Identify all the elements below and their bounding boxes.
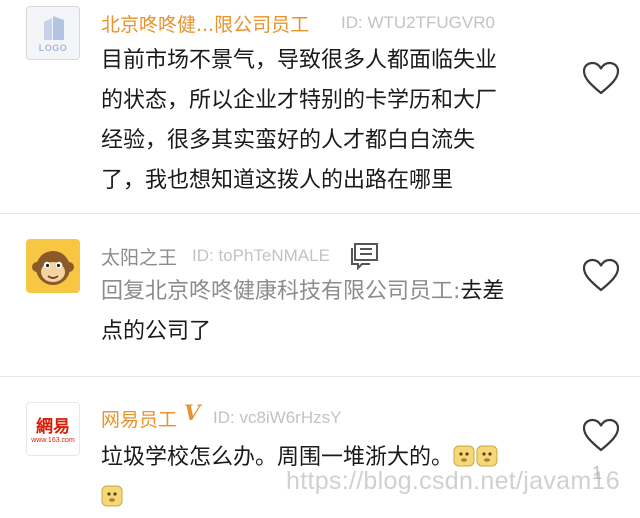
- content-line: 的状态，所以企业才特别的卡学历和大厂: [101, 88, 498, 113]
- reply-target[interactable]: 回复北京咚咚健康科技有限公司员工:: [101, 279, 460, 304]
- doge-emoji-icon: [453, 445, 475, 467]
- like-heart-icon[interactable]: [581, 257, 621, 293]
- comment-item-2: 太阳之王 ID: toPhTeNMALE 回复北京咚咚健康科技有限公司员工:去差…: [0, 214, 640, 376]
- like-heart-icon[interactable]: [581, 60, 621, 96]
- comment-content: 目前市场不景气，导致很多人都面临失业 的状态，所以企业才特别的卡学历和大厂 经验…: [101, 41, 561, 201]
- message-icon[interactable]: [350, 242, 380, 270]
- doge-emoji-icon: [101, 485, 123, 507]
- comment-author-id: ID: WTU2TFUGVR0: [341, 13, 495, 32]
- comment-item-1: LOGO 北京咚咚健...限公司员工 ID: WTU2TFUGVR0 目前市场不…: [0, 0, 640, 213]
- verified-v-badge: V: [184, 400, 201, 425]
- like-heart-icon[interactable]: [581, 417, 621, 453]
- avatar-netease[interactable]: 網易 www.163.com: [26, 402, 80, 456]
- comment-author-id: ID: toPhTeNMALE: [192, 246, 330, 265]
- watermark-text: https://blog.csdn.net/javam16: [286, 467, 620, 495]
- reply-text-tail: 去差: [460, 279, 505, 304]
- doge-emoji-icon: [476, 445, 498, 467]
- avatar-logo-text: LOGO: [38, 43, 68, 53]
- avatar-logo[interactable]: LOGO: [26, 6, 80, 60]
- reply-line: 回复北京咚咚健康科技有限公司员工:去差: [101, 272, 561, 312]
- content-line: 经验，很多其实蛮好的人才都白白流失: [101, 128, 476, 153]
- reply-line: 点的公司了: [101, 319, 212, 344]
- avatar-netease-subtext: www.163.com: [31, 437, 75, 444]
- content-line: 了，我也想知道这拨人的出路在哪里: [101, 168, 454, 193]
- comment-author-name[interactable]: 北京咚咚健...限公司员工: [101, 10, 309, 37]
- reply-content: 回复北京咚咚健康科技有限公司员工:去差 点的公司了: [101, 272, 561, 352]
- content-line: 目前市场不景气，导致很多人都面临失业: [101, 48, 498, 73]
- building-icon: [44, 16, 64, 40]
- avatar-netease-text: 網易: [36, 417, 70, 437]
- comment-author-name[interactable]: 太阳之王: [101, 243, 177, 270]
- avatar-monkey[interactable]: [26, 239, 80, 293]
- comment-author-name[interactable]: 网易员工: [101, 405, 177, 432]
- monkey-avatar-icon: [32, 251, 74, 285]
- comment-author-id: ID: vc8iW6rHzsY: [213, 408, 342, 427]
